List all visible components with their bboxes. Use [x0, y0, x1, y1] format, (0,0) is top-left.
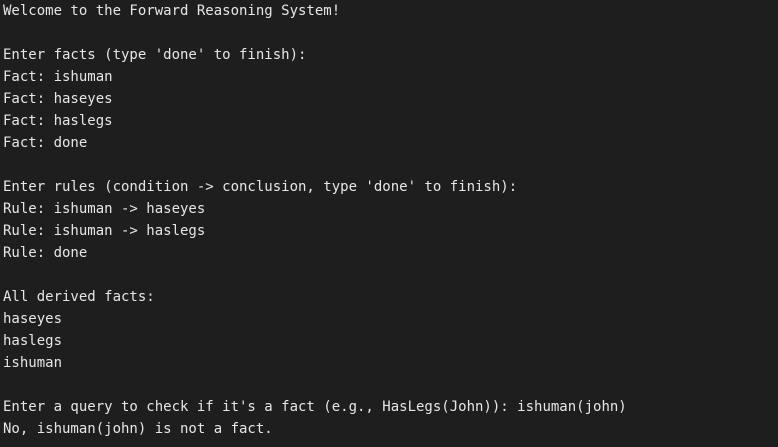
welcome-line: Welcome to the Forward Reasoning System!: [3, 3, 341, 19]
derived-facts-heading: All derived facts:: [3, 289, 155, 305]
rule-entry-line: Rule: ishuman -> haslegs: [3, 223, 206, 239]
derived-fact-line: haslegs: [3, 333, 63, 349]
derived-fact-line: haseyes: [3, 311, 63, 327]
derived-fact-line: ishuman: [3, 355, 63, 371]
fact-entry-line: Fact: done: [3, 135, 88, 151]
query-prompt-line: Enter a query to check if it's a fact (e…: [3, 399, 627, 415]
terminal-output[interactable]: Welcome to the Forward Reasoning System!…: [0, 0, 778, 447]
fact-entry-line: Fact: ishuman: [3, 69, 113, 85]
fact-entry-line: Fact: haslegs: [3, 113, 113, 129]
rule-entry-line: Rule: ishuman -> haseyes: [3, 201, 206, 217]
rules-prompt-line: Enter rules (condition -> conclusion, ty…: [3, 179, 518, 195]
rule-entry-line: Rule: done: [3, 245, 88, 261]
fact-entry-line: Fact: haseyes: [3, 91, 113, 107]
facts-prompt-line: Enter facts (type 'done' to finish):: [3, 47, 307, 63]
query-result-line: No, ishuman(john) is not a fact.: [3, 421, 273, 437]
